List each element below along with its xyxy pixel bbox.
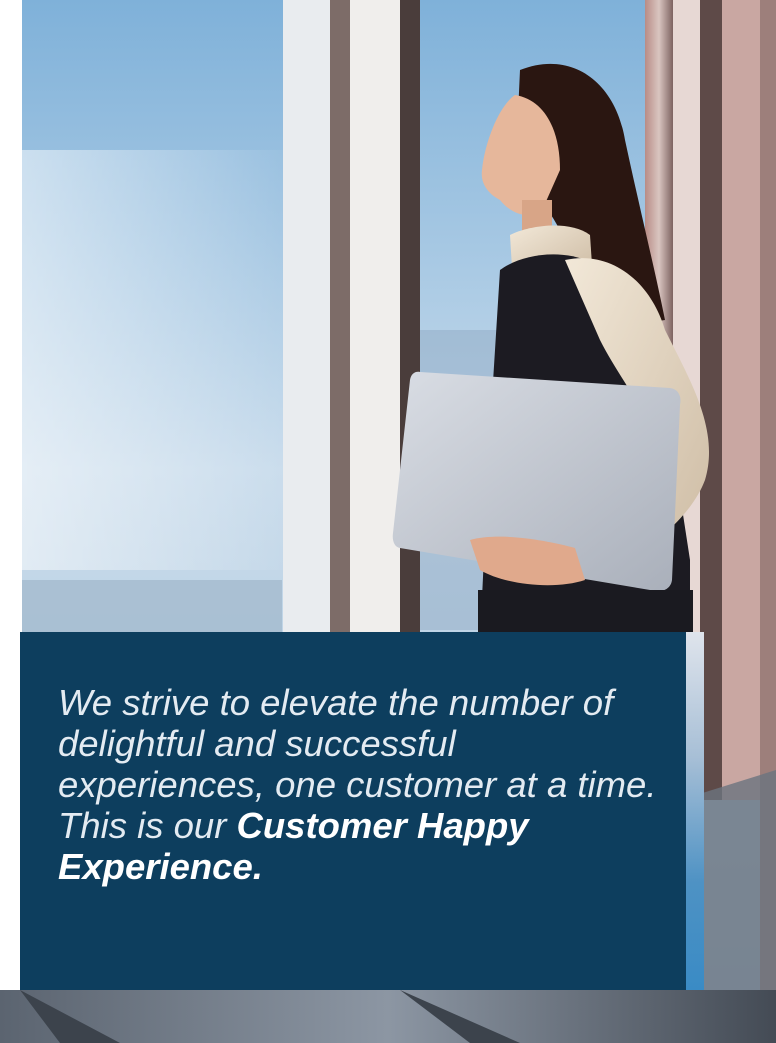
quote-text: We strive to elevate the number of delig… <box>58 682 658 887</box>
quote-panel: We strive to elevate the number of delig… <box>20 632 704 990</box>
accent-bar <box>686 632 704 990</box>
